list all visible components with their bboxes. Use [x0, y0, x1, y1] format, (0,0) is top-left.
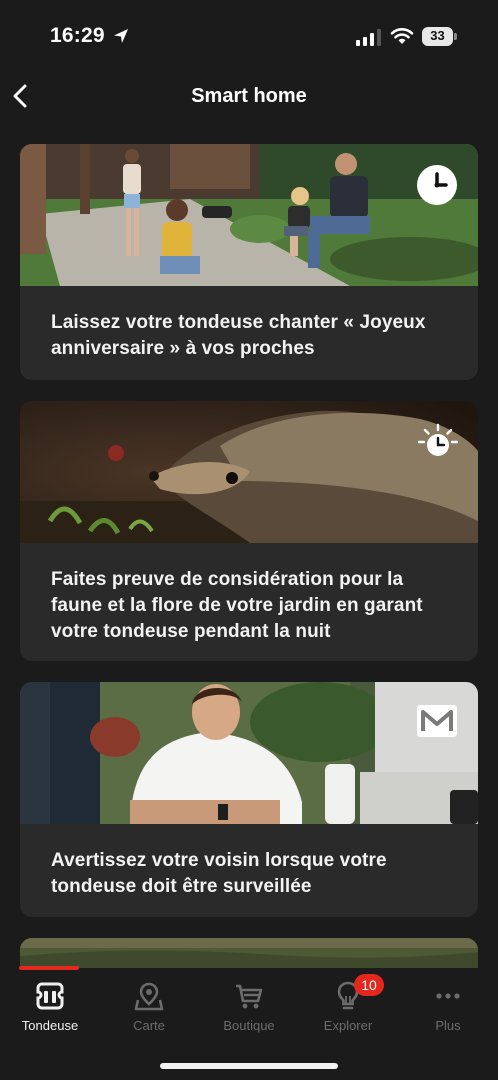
tab-plus[interactable]: Plus: [398, 980, 498, 1033]
location-arrow-icon: [114, 29, 128, 43]
tab-label: Explorer: [323, 1018, 373, 1033]
mail-icon: [417, 705, 457, 737]
active-tab-indicator: [19, 966, 79, 970]
tab-label: Plus: [435, 1018, 461, 1033]
card-image-family-garden: [20, 144, 478, 286]
cart-icon: [236, 984, 263, 1009]
cellular-signal-icon: [356, 29, 381, 46]
wifi-icon: [390, 28, 414, 44]
page-title: Smart home: [191, 85, 307, 107]
card-title: Laissez votre tondeuse chanter « Joyeux …: [51, 312, 426, 359]
battery-indicator: 33: [422, 27, 457, 46]
home-indicator[interactable]: [160, 1063, 338, 1069]
tab-boutique[interactable]: Boutique: [199, 980, 299, 1033]
clock-icon: [417, 165, 457, 205]
card-image-man-watch: [20, 682, 478, 824]
card-image-lawn: [20, 938, 478, 968]
smart-home-card-partial[interactable]: [20, 938, 478, 968]
tab-label: Boutique: [223, 1018, 275, 1033]
night-clock-icon: [418, 423, 458, 456]
smart-home-card-neighbor[interactable]: Avertissez votre voisin lorsque votre to…: [20, 682, 478, 917]
notification-badge: 10: [354, 974, 384, 996]
tab-tondeuse[interactable]: Tondeuse: [0, 980, 100, 1033]
smart-home-card-birthday[interactable]: Laissez votre tondeuse chanter « Joyeux …: [20, 144, 478, 380]
navigation-header: Smart home: [0, 74, 498, 120]
more-dots-icon: [436, 993, 460, 999]
card-image-hedgehog: [20, 401, 478, 543]
smart-home-card-wildlife[interactable]: Faites preuve de considération pour la f…: [20, 401, 478, 661]
battery-level: 33: [430, 28, 445, 43]
card-title: Avertissez votre voisin lorsque votre to…: [51, 850, 387, 897]
tab-label: Carte: [133, 1018, 165, 1033]
card-title: Faites preuve de considération pour la f…: [51, 569, 423, 642]
status-bar: 16:29 33: [0, 0, 498, 74]
status-time: 16:29: [50, 24, 105, 47]
map-pin-icon: [134, 982, 164, 1011]
tab-carte[interactable]: Carte: [99, 980, 199, 1033]
tab-explorer[interactable]: 10 Explorer: [298, 974, 398, 1033]
tab-label: Tondeuse: [21, 1018, 79, 1033]
mower-icon: [36, 982, 64, 1010]
